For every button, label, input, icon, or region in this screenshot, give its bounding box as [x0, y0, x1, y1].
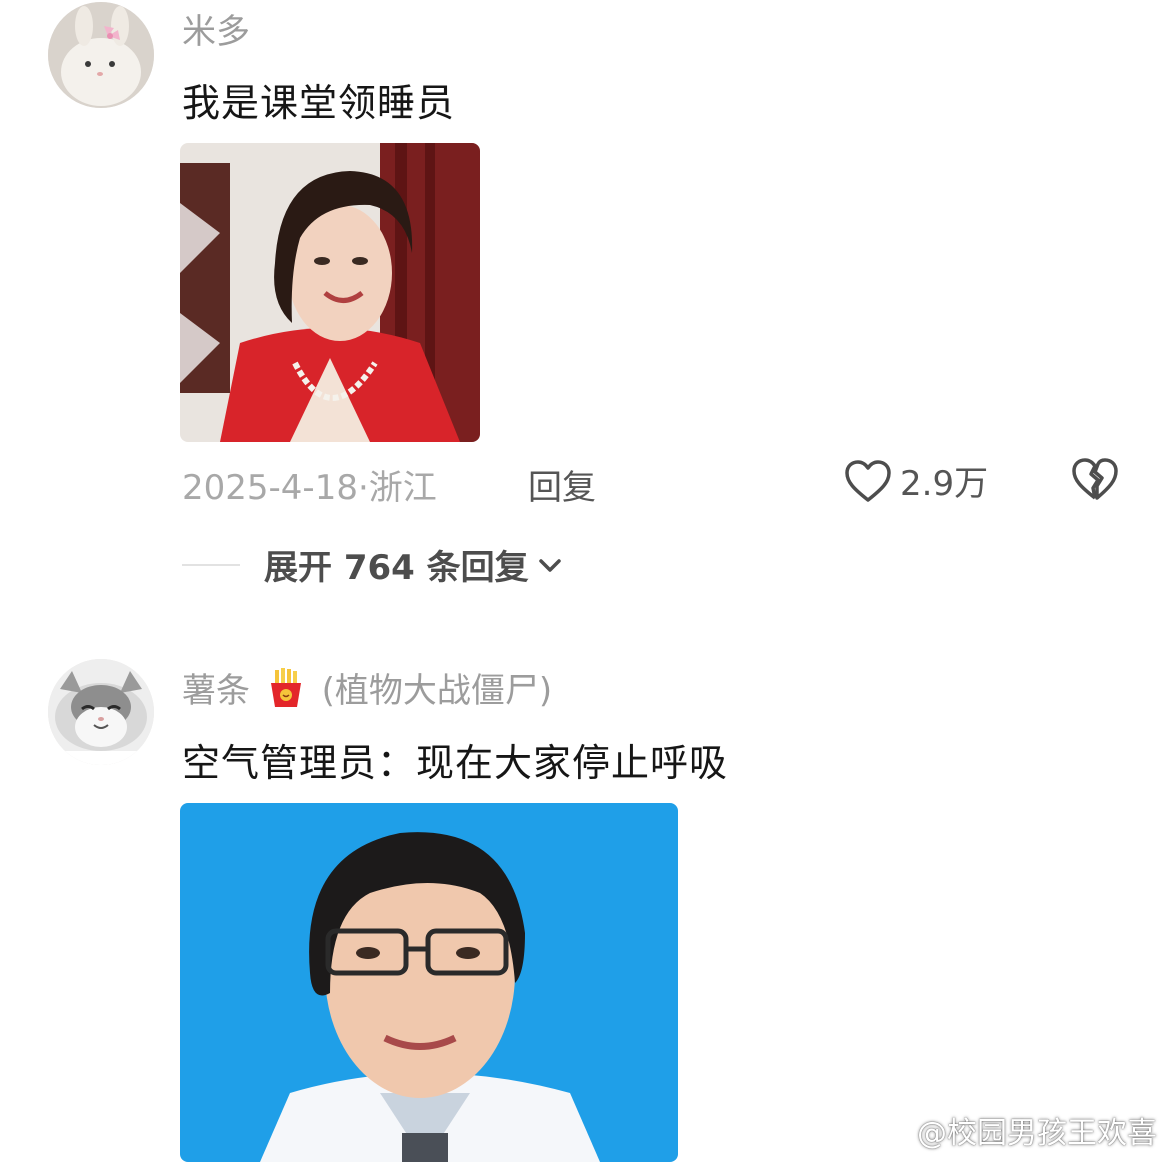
expand-replies-label: 展开 764 条回复 — [264, 548, 529, 588]
separator-dot: · — [357, 468, 369, 508]
bunny-avatar-icon — [48, 2, 154, 108]
comment-text: 空气管理员：现在大家停止呼吸 — [182, 741, 729, 785]
comment-item: 米多 我是课堂领睡员 2025-4-18·浙江 回复 2.9万 展开 764 条… — [0, 0, 1169, 600]
comment-text: 我是课堂领睡员 — [182, 81, 456, 125]
username[interactable]: 薯条 (植物大战僵尸) — [182, 663, 552, 718]
french-fries-icon — [270, 668, 301, 707]
smiling-cat-avatar-icon — [48, 659, 154, 765]
chevron-down-icon — [538, 558, 561, 572]
comment-item: 薯条 (植物大战僵尸) 空气管理员：现在大家停止呼吸 — [0, 655, 1169, 1162]
expand-replies[interactable]: 展开 764 条回复 — [182, 540, 565, 589]
reply-button[interactable]: 回复 — [528, 460, 596, 509]
comment-date: 2025-4-18·浙江 — [182, 460, 437, 509]
game-tag: (植物大战僵尸) — [321, 671, 553, 711]
broken-heart-icon — [1072, 458, 1118, 500]
like-button[interactable]: 2.9万 — [844, 456, 988, 505]
divider — [182, 563, 240, 566]
man-glasses-lab-coat-photo — [180, 803, 678, 1162]
dislike-button[interactable] — [1071, 456, 1119, 506]
comment-image[interactable] — [180, 143, 480, 442]
comment-image[interactable] — [180, 803, 678, 1162]
watermark-text: @校园男孩王欢喜 — [917, 1116, 1157, 1151]
username[interactable]: 米多 — [182, 4, 250, 53]
badge — [265, 667, 307, 718]
location-text: 浙江 — [368, 468, 437, 508]
username-text: 薯条 — [182, 671, 250, 711]
weibo-logo-icon — [871, 1114, 911, 1146]
avatar[interactable] — [48, 2, 154, 108]
like-count: 2.9万 — [900, 464, 989, 504]
heart-icon — [845, 459, 891, 502]
date-text: 2025-4-18 — [182, 468, 358, 508]
watermark: @校园男孩王欢喜 — [871, 1108, 1157, 1152]
avatar[interactable] — [48, 659, 154, 765]
woman-red-jacket-photo — [180, 143, 480, 442]
